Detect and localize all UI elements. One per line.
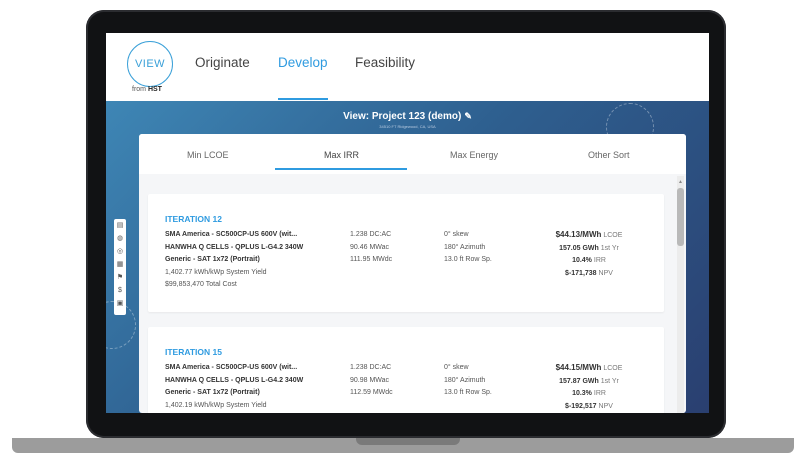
tab-max-energy[interactable]: Max Energy xyxy=(450,150,498,160)
financial-metrics: $44.15/MWh LCOE 157.87 GWh 1st Yr 10.3% … xyxy=(555,363,623,410)
tab-max-irr[interactable]: Max IRR xyxy=(324,150,359,160)
system-specs: 1.238 DC:AC 90.98 MWac 112.59 MWdc xyxy=(350,364,393,396)
project-title: View: Project 123 (demo) ✎ xyxy=(343,111,472,122)
results-scrollbar[interactable]: ▲ xyxy=(677,176,684,413)
system-specs: 1.238 DC:AC 90.46 MWac 111.95 MWdc xyxy=(350,231,393,263)
scroll-up-icon[interactable]: ▲ xyxy=(678,179,683,185)
tab-min-lcoe[interactable]: Min LCOE xyxy=(187,150,229,160)
side-toolbar: ▤ ◍ ◎ ▦ ⚑ $ ▣ xyxy=(114,219,126,315)
tab-other-sort[interactable]: Other Sort xyxy=(588,150,630,160)
flag-icon[interactable]: ⚑ xyxy=(114,271,126,284)
top-nav: VIEW from HST Originate Develop Feasibil… xyxy=(106,33,709,101)
iteration-title: ITERATION 12 xyxy=(165,214,222,224)
layout-specs: 0° skew 180° Azimuth 13.0 ft Row Sp. xyxy=(444,231,492,263)
financial-metrics: $44.13/MWh LCOE 157.05 GWh 1st Yr 10.4% … xyxy=(555,230,623,277)
grid-icon[interactable]: ▦ xyxy=(114,258,126,271)
target-icon[interactable]: ◎ xyxy=(114,245,126,258)
table-icon[interactable]: ▣ xyxy=(114,297,126,310)
nav-tab-originate[interactable]: Originate xyxy=(195,55,250,70)
iteration-card[interactable]: ITERATION 12 SMA America - SC500CP-US 60… xyxy=(148,194,664,312)
layout-specs: 0° skew 180° Azimuth 13.0 ft Row Sp. xyxy=(444,364,492,396)
dollar-icon[interactable]: $ xyxy=(114,284,126,297)
iteration-title: ITERATION 15 xyxy=(165,347,222,357)
scroll-thumb[interactable] xyxy=(677,188,684,246)
view-logo[interactable]: VIEW xyxy=(127,41,173,87)
document-icon[interactable]: ▤ xyxy=(114,219,126,232)
pencil-icon[interactable]: ✎ xyxy=(464,111,472,121)
logo-subtitle: from HST xyxy=(132,86,162,93)
nav-tab-feasibility[interactable]: Feasibility xyxy=(355,55,415,70)
laptop-notch xyxy=(356,438,460,445)
sort-tabs: Min LCOE Max IRR Max Energy Other Sort xyxy=(139,134,686,174)
equipment-list: SMA America - SC500CP-US 600V (wit... HA… xyxy=(165,231,304,288)
results-panel: Min LCOE Max IRR Max Energy Other Sort I… xyxy=(139,134,686,413)
equipment-list: SMA America - SC500CP-US 600V (wit... HA… xyxy=(165,364,304,409)
tab-active-underline xyxy=(275,168,407,170)
iteration-card[interactable]: ITERATION 15 SMA America - SC500CP-US 60… xyxy=(148,327,664,413)
app-screen: VIEW from HST Originate Develop Feasibil… xyxy=(106,33,709,413)
globe-icon[interactable]: ◍ xyxy=(114,232,126,245)
nav-tab-develop[interactable]: Develop xyxy=(278,55,328,70)
nav-active-underline xyxy=(278,98,328,100)
project-address: 34510 FT Ridgewood, CA, USA xyxy=(379,124,436,129)
